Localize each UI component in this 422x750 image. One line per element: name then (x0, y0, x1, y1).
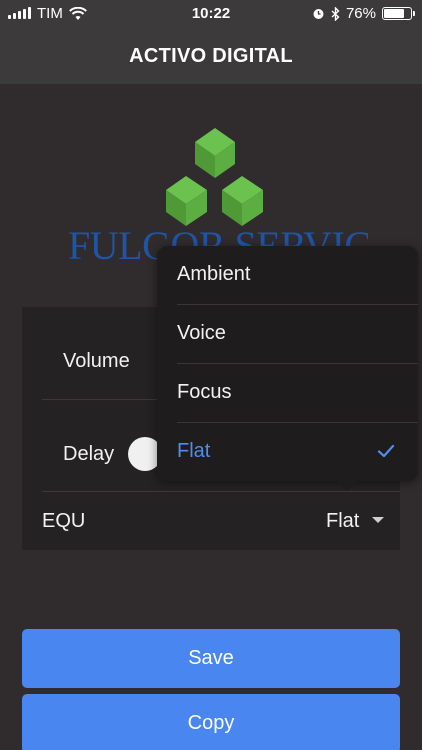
battery-percent: 76% (345, 5, 376, 22)
option-label: Flat (177, 440, 211, 462)
divider (42, 491, 400, 492)
volume-label: Volume (63, 350, 130, 372)
battery-icon (382, 7, 415, 20)
equ-label: EQU (42, 510, 86, 532)
save-button[interactable]: Save (22, 629, 400, 688)
page-title: ACTIVO DIGITAL (129, 45, 293, 67)
option-focus[interactable]: Focus (157, 364, 418, 423)
option-label: Focus (177, 381, 232, 403)
option-label: Ambient (177, 263, 251, 285)
option-flat[interactable]: Flat (157, 423, 418, 482)
option-label: Voice (177, 322, 226, 344)
option-ambient[interactable]: Ambient (157, 246, 418, 305)
equ-dropdown: Ambient Voice Focus Flat (157, 246, 418, 481)
status-bar: TIM 10:22 76% (0, 0, 422, 28)
dropdown-arrow (336, 480, 358, 491)
alarm-icon (313, 9, 324, 19)
logo-cube-top (195, 128, 235, 178)
logo-cube-left (166, 176, 207, 226)
logo-cube-right (222, 176, 263, 226)
bluetooth-icon (331, 6, 340, 21)
copy-button[interactable]: Copy (22, 694, 400, 750)
caret-down-icon[interactable] (372, 517, 384, 523)
battery-fill (384, 9, 404, 18)
option-voice[interactable]: Voice (157, 305, 418, 364)
equ-select[interactable]: Flat (326, 510, 359, 533)
status-right: 76% (312, 5, 415, 22)
nav-bar: ACTIVO DIGITAL (0, 28, 422, 84)
delay-label: Delay (63, 443, 115, 465)
checkmark-icon (377, 444, 395, 458)
